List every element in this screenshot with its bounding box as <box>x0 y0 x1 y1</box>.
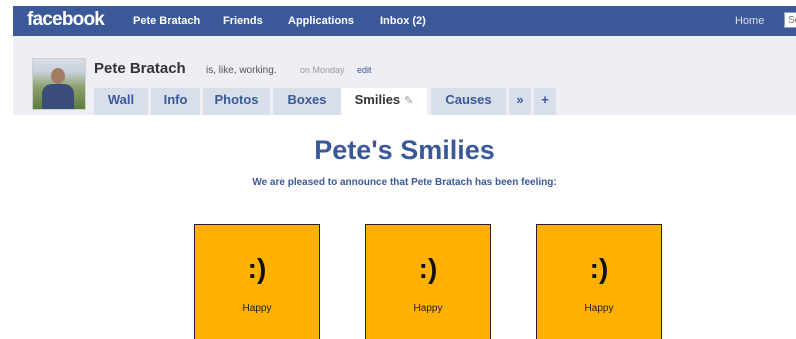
smiley-card: :) Happy <box>194 224 320 339</box>
facebook-logo[interactable]: facebook <box>27 9 105 31</box>
tab-wall[interactable]: Wall <box>94 88 148 115</box>
top-navigation-bar: facebook Pete Bratach Friends Applicatio… <box>13 6 796 36</box>
avatar-body-shape <box>42 84 74 109</box>
smiley-card: :) Happy <box>536 224 662 339</box>
facebook-page: facebook Pete Bratach Friends Applicatio… <box>13 6 796 339</box>
tab-boxes-label: Boxes <box>287 92 327 107</box>
smiley-face: :) <box>418 253 438 284</box>
double-chevron-right-icon: » <box>516 92 524 107</box>
search-input[interactable]: Se <box>784 12 796 28</box>
tab-photos-label: Photos <box>214 92 259 107</box>
smiley-label: Happy <box>584 303 614 314</box>
nav-friends-link[interactable]: Friends <box>223 15 263 27</box>
plus-icon: + <box>541 92 549 107</box>
tab-more-button[interactable]: » <box>509 88 531 115</box>
smiley-card: :) Happy <box>365 224 491 339</box>
tab-wall-label: Wall <box>107 92 135 107</box>
nav-home-link[interactable]: Home <box>735 15 764 27</box>
nav-profile-link[interactable]: Pete Bratach <box>133 15 200 27</box>
status-timestamp: on Monday <box>300 65 345 75</box>
tab-info[interactable]: Info <box>151 88 200 115</box>
smiley-face: :) <box>589 253 609 284</box>
profile-name[interactable]: Pete Bratach <box>94 60 186 77</box>
status-edit-link[interactable]: edit <box>357 65 372 75</box>
tab-smilies-label: Smilies <box>354 92 401 107</box>
tab-causes[interactable]: Causes <box>431 88 506 115</box>
tab-smilies[interactable]: Smilies ✎ <box>341 88 427 115</box>
announcement-text: We are pleased to announce that Pete Bra… <box>252 177 557 188</box>
nav-inbox-link[interactable]: Inbox (2) <box>380 15 426 27</box>
smiley-face: :) <box>247 253 267 284</box>
page-title: Pete's Smilies <box>314 135 495 165</box>
tab-causes-label: Causes <box>445 92 492 107</box>
tab-boxes[interactable]: Boxes <box>273 88 341 115</box>
smiley-label: Happy <box>413 303 443 314</box>
add-tab-button[interactable]: + <box>534 88 556 115</box>
tab-info-label: Info <box>163 92 188 107</box>
nav-applications-link[interactable]: Applications <box>288 15 354 27</box>
profile-avatar[interactable] <box>32 58 86 110</box>
pencil-icon[interactable]: ✎ <box>404 95 413 107</box>
avatar-head-shape <box>51 68 65 84</box>
tab-photos[interactable]: Photos <box>203 88 270 115</box>
smiley-label: Happy <box>242 303 272 314</box>
status-text: is, like, working. <box>206 65 277 76</box>
